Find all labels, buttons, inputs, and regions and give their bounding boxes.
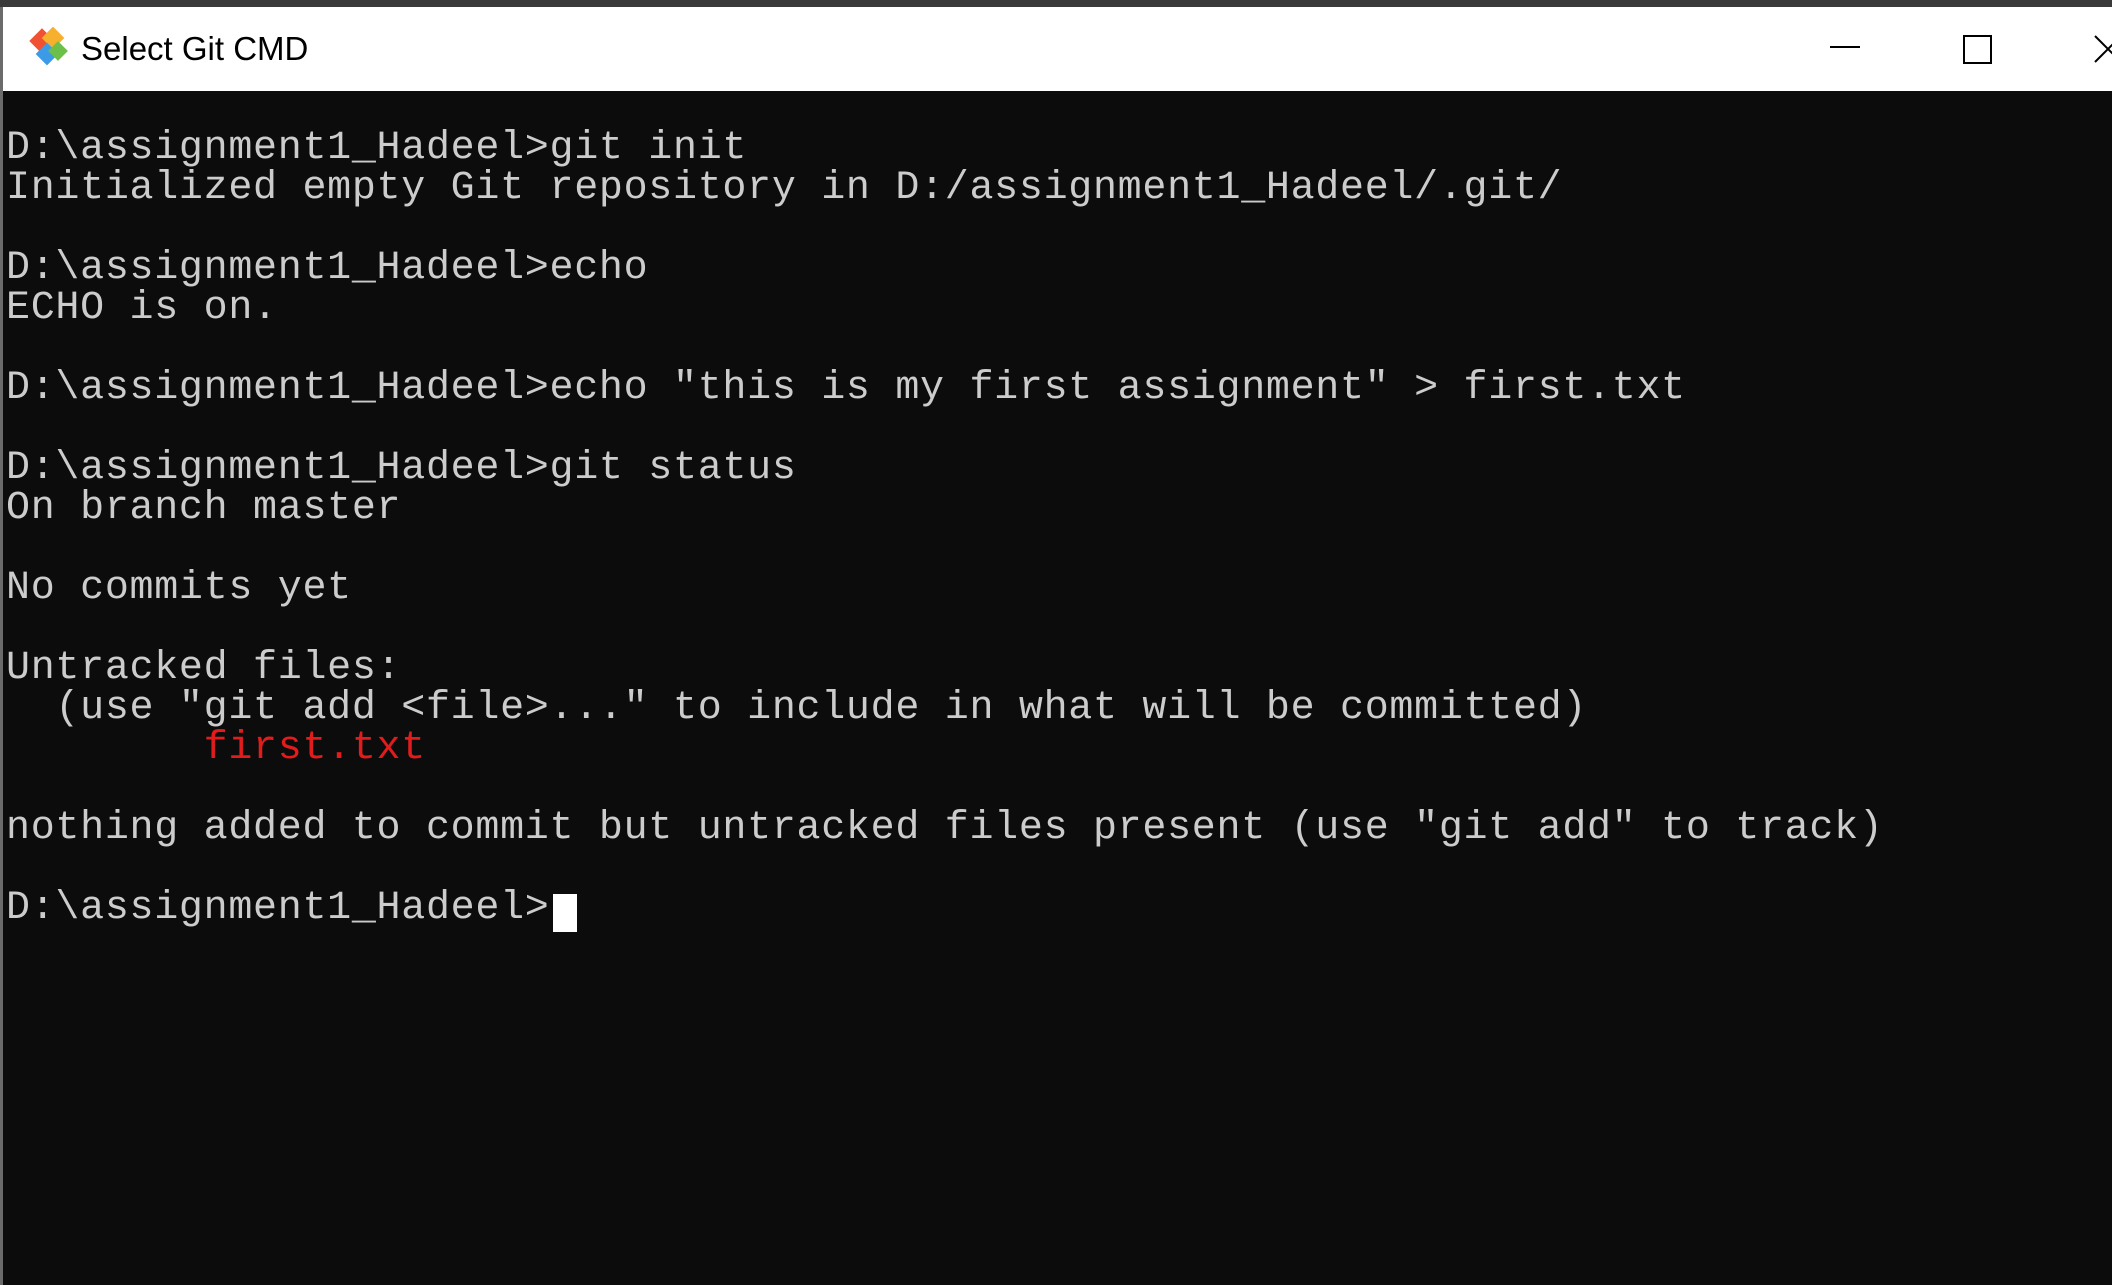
prompt-line: D:\assignment1_Hadeel> <box>6 886 550 931</box>
console-line: ECHO is on. <box>6 286 278 331</box>
maximize-icon <box>1963 35 1992 64</box>
console-line: Untracked files: <box>6 646 402 691</box>
console-line: On branch master <box>6 486 402 531</box>
maximize-button[interactable] <box>1919 7 2039 91</box>
title-bar[interactable]: Select Git CMD <box>0 7 2112 91</box>
console-line: D:\assignment1_Hadeel>echo <box>6 246 649 291</box>
console-output[interactable]: D:\assignment1_Hadeel>git init Initializ… <box>0 91 2112 1285</box>
console-line: nothing added to commit but untracked fi… <box>6 806 1884 851</box>
text-cursor <box>553 894 577 932</box>
window-title: Select Git CMD <box>81 30 309 67</box>
console-line: D:\assignment1_Hadeel>echo "this is my f… <box>6 366 1686 411</box>
untracked-file-entry: first.txt <box>6 726 426 771</box>
git-cmd-window: Select Git CMD D:\assignment1_Hadeel>git… <box>0 0 2112 1285</box>
close-button[interactable] <box>2051 7 2112 91</box>
close-icon <box>2094 35 2112 63</box>
git-icon <box>29 26 68 66</box>
console-line: D:\assignment1_Hadeel>git init <box>6 126 748 171</box>
console-line: No commits yet <box>6 566 352 611</box>
window-top-edge <box>0 0 2112 7</box>
console-line: (use "git add <file>..." to include in w… <box>6 686 1588 731</box>
minimize-button[interactable] <box>1787 7 1907 91</box>
console-line: D:\assignment1_Hadeel>git status <box>6 446 797 491</box>
minimize-icon <box>1830 46 1860 48</box>
console-line: Initialized empty Git repository in D:/a… <box>6 166 1563 211</box>
